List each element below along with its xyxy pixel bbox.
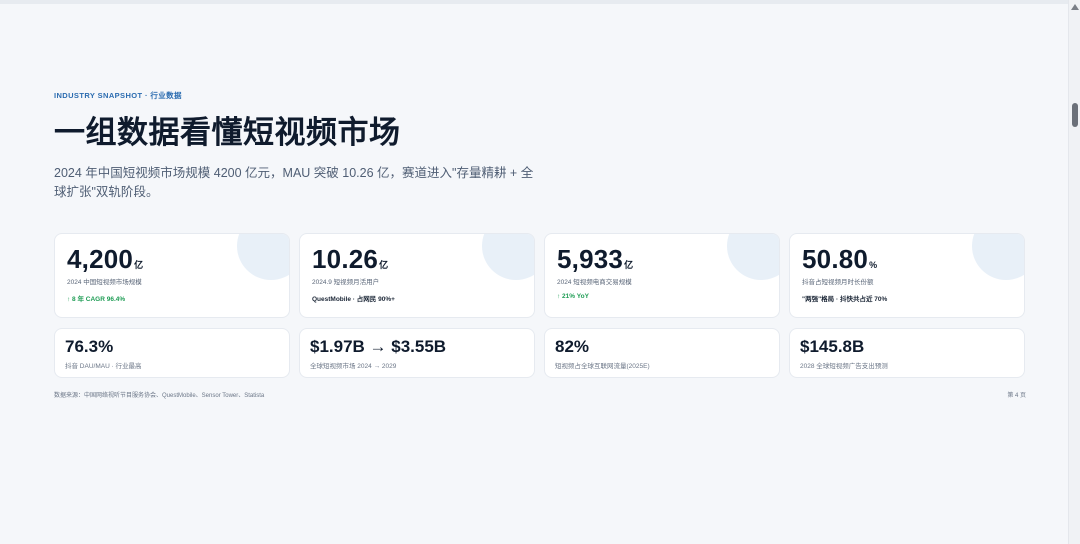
stat-note: "两强"格局 · 抖快共占近 70%	[802, 296, 888, 303]
stat-value: 50.80%	[802, 244, 878, 274]
stat-value: 82%	[555, 337, 590, 356]
page-subtitle: 2024 年中国短视频市场规模 4200 亿元，MAU 突破 10.26 亿，赛…	[54, 166, 534, 199]
stat-label: 短视频占全球互联网流量(2025E)	[555, 363, 650, 370]
stat-value: 76.3%	[65, 337, 114, 356]
stat-card-ecommerce: 5,933亿 2024 短视频电商交易规模 ↑ 21% YoY	[544, 233, 780, 318]
stat-value: 4,200亿	[67, 244, 144, 274]
stat-card-douyin-share: 50.80% 抖音占短视频月时长份额 "两强"格局 · 抖快共占近 70%	[789, 233, 1025, 318]
stat-card-mau: 10.26亿 2024.9 短视频月活用户 QuestMobile · 占网民 …	[299, 233, 535, 318]
data-source-note: 数据来源：中国网络视听节目服务协会、QuestMobile、Sensor Tow…	[54, 393, 265, 399]
stat-value: 5,933亿	[557, 244, 634, 274]
stat-label: 2024 短视频电商交易规模	[557, 279, 632, 286]
stat-card-traffic-share: 82% 短视频占全球互联网流量(2025E)	[544, 328, 780, 378]
stat-label: 2024.9 短视频月活用户	[312, 279, 380, 286]
small-stat-cards: 76.3% 抖音 DAU/MAU · 行业最高 $1.97B → $3.55B …	[54, 328, 1025, 378]
stat-unit: 亿	[624, 260, 634, 270]
vertical-scrollbar[interactable]	[1068, 0, 1080, 544]
stat-label: 全球短视频市场 2024 → 2029	[310, 363, 397, 370]
page-number: 第 4 页	[1007, 393, 1026, 399]
stat-card-ad-spend: $145.8B 2028 全球短视频广告支出预测	[789, 328, 1025, 378]
stat-note: ↑ 21% YoY	[557, 293, 589, 300]
stat-label: 抖音 DAU/MAU · 行业最高	[65, 363, 142, 370]
stat-unit: 亿	[379, 260, 389, 270]
stat-card-dau-mau: 76.3% 抖音 DAU/MAU · 行业最高	[54, 328, 290, 378]
stat-note: ↑ 8 年 CAGR 96.4%	[67, 296, 126, 303]
stat-value: $145.8B	[800, 337, 865, 356]
stat-value: $1.97B → $3.55B	[310, 337, 447, 356]
stat-unit: 亿	[134, 260, 144, 270]
stat-label: 2024 中国短视频市场规模	[67, 279, 142, 286]
stat-unit: %	[869, 260, 878, 270]
stat-label: 抖音占短视频月时长份额	[802, 279, 874, 286]
scroll-up-arrow-icon[interactable]	[1071, 4, 1079, 10]
scrollbar-thumb[interactable]	[1072, 103, 1078, 127]
stat-card-market-size: 4,200亿 2024 中国短视频市场规模 ↑ 8 年 CAGR 96.4%	[54, 233, 290, 318]
big-stat-cards: 4,200亿 2024 中国短视频市场规模 ↑ 8 年 CAGR 96.4% 1…	[54, 233, 1025, 318]
stat-label: 2028 全球短视频广告支出预测	[800, 363, 888, 370]
stat-card-global-market: $1.97B → $3.55B 全球短视频市场 2024 → 2029	[299, 328, 535, 378]
top-border	[0, 0, 1068, 4]
stat-note: QuestMobile · 占网民 90%+	[312, 296, 395, 303]
eyebrow-label: INDUSTRY SNAPSHOT · 行业数据	[54, 91, 182, 100]
stat-value: 10.26亿	[312, 244, 389, 274]
page-title: 一组数据看懂短视频市场	[54, 115, 401, 150]
